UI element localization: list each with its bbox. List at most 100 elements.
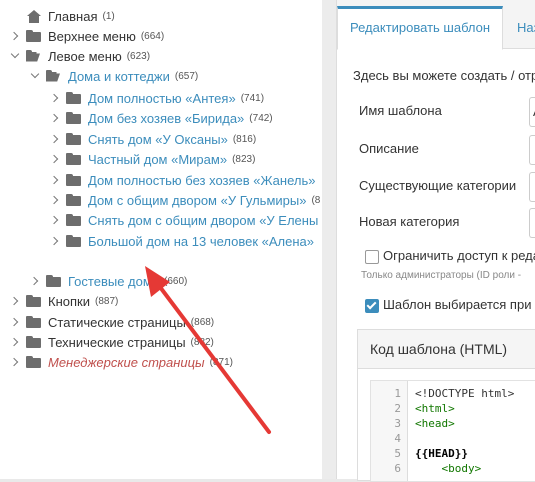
chevron-right-icon[interactable] — [10, 31, 20, 41]
code-line: <body> — [415, 462, 482, 475]
tree-item-miram[interactable]: Частный дом «Мирам» (823) — [50, 149, 255, 169]
existing-categories-select[interactable] — [529, 172, 535, 202]
tab-bar: Редактировать шаблон Наз — [337, 0, 535, 50]
new-category-input[interactable] — [529, 208, 535, 238]
tree-item-tehnicheskie[interactable]: Технические страницы (882) — [10, 332, 214, 352]
item-count: (816) — [232, 133, 257, 145]
folder-icon — [66, 111, 82, 125]
new-category-label: Новая категория — [359, 214, 460, 229]
folder-icon — [66, 234, 82, 248]
template-name-label: Имя шаблона — [359, 103, 442, 118]
folder-icon — [26, 294, 42, 308]
code-box-header: Код шаблона (HTML) — [358, 330, 535, 369]
line-number: 5 — [394, 447, 401, 460]
tab-edit-template[interactable]: Редактировать шаблон — [337, 6, 504, 50]
tree-item-label[interactable]: Частный дом «Мирам» — [88, 152, 227, 167]
chevron-right-icon[interactable] — [50, 154, 60, 164]
chevron-right-icon[interactable] — [50, 236, 60, 246]
tree-item-alena[interactable]: Большой дом на 13 человек «Алена» — [50, 231, 314, 251]
tree-item-levoe-menyu[interactable]: Левое меню (623) — [10, 46, 150, 66]
folder-icon — [46, 274, 62, 288]
chevron-right-icon[interactable] — [10, 317, 20, 327]
tree-item-gostevye-doma[interactable]: Гостевые дома (660) — [30, 271, 187, 291]
line-number: 4 — [394, 432, 401, 445]
tree-item-label[interactable]: Гостевые дома — [68, 274, 159, 289]
tree-item-label[interactable]: Левое меню — [48, 49, 122, 64]
code-editor[interactable]: 1 2 3 4 5 6 <!DOCTYPE html> <html> <head> {{HEAD… — [370, 380, 535, 482]
tree-item-menedzherskie[interactable]: Менеджерские страницы (871) — [10, 352, 233, 372]
existing-categories-label: Существующие категории — [359, 178, 517, 193]
tree-item-zhanel[interactable]: Дом полностью без хозяев «Жанель» — [50, 170, 315, 190]
item-count: (882) — [190, 336, 214, 348]
template-select-checkbox[interactable] — [365, 299, 379, 313]
code-line: <!DOCTYPE html> — [415, 387, 515, 400]
chevron-right-icon[interactable] — [50, 175, 60, 185]
folder-icon — [66, 173, 82, 187]
folder-icon — [66, 193, 82, 207]
tree-item-label[interactable]: Дом полностью «Антея» — [88, 91, 236, 106]
template-code-box: Код шаблона (HTML) 1 2 3 4 5 6 <!DOCTYPE html… — [357, 329, 535, 482]
tree-item-label[interactable]: Технические страницы — [48, 335, 186, 350]
template-select-label: Шаблон выбирается при — [383, 297, 532, 312]
tree-item-glavnaya[interactable]: Главная (1) — [10, 6, 115, 26]
line-number: 3 — [394, 417, 401, 430]
item-count: (657) — [174, 70, 199, 82]
chevron-right-icon[interactable] — [50, 113, 60, 123]
home-icon — [26, 9, 42, 23]
chevron-right-icon[interactable] — [10, 357, 20, 367]
folder-open-icon — [46, 69, 62, 83]
description-input[interactable] — [529, 135, 535, 165]
tree-item-label[interactable]: Дом с общим двором «У Гульмиры» — [88, 193, 306, 208]
splitter[interactable] — [322, 0, 336, 479]
code-line: <html> — [415, 402, 455, 415]
tree-item-gulmira[interactable]: Дом с общим двором «У Гульмиры» (8 — [50, 190, 320, 210]
tree-item-label[interactable]: Дом без хозяев «Бирида» — [88, 111, 244, 126]
item-count: (742) — [249, 112, 273, 124]
chevron-down-icon[interactable] — [30, 71, 40, 81]
tree-item-label[interactable]: Дома и коттеджи — [68, 69, 170, 84]
tree-item-label[interactable]: Главная — [48, 9, 97, 24]
folder-icon — [26, 355, 42, 369]
line-gutter: 1 2 3 4 5 6 — [371, 381, 408, 481]
tree-item-knopki[interactable]: Кнопки (887) — [10, 291, 118, 311]
item-count: (623) — [126, 50, 151, 62]
folder-icon — [66, 213, 82, 227]
restrict-access-checkbox[interactable] — [365, 250, 379, 264]
tree-item-dom-birida[interactable]: Дом без хозяев «Бирида» (742) — [50, 108, 273, 128]
code-line: <head> — [415, 417, 455, 430]
folder-icon — [26, 335, 42, 349]
chevron-right-icon[interactable] — [30, 276, 40, 286]
folder-icon — [66, 91, 82, 105]
tree-item-doma-i-kottedzhi[interactable]: Дома и коттеджи (657) — [30, 66, 198, 86]
code-line: {{HEAD}} — [415, 447, 468, 460]
tree-item-staticheskie[interactable]: Статические страницы (868) — [10, 312, 214, 332]
item-count: (887) — [94, 295, 119, 307]
chevron-right-icon[interactable] — [50, 215, 60, 225]
template-name-input[interactable]: А — [529, 97, 535, 127]
tab-settings[interactable]: Наз — [505, 8, 535, 48]
tree-item-oksana[interactable]: Снять дом «У Оксаны» (816) — [50, 129, 256, 149]
folder-icon — [26, 315, 42, 329]
item-count: (1) — [102, 10, 115, 22]
chevron-right-icon[interactable] — [50, 195, 60, 205]
tree-item-label[interactable]: Дом полностью без хозяев «Жанель» — [88, 173, 315, 188]
chevron-right-icon[interactable] — [50, 134, 60, 144]
tree-item-label[interactable]: Менеджерские страницы — [48, 355, 205, 370]
tree-item-label[interactable]: Снять дом с общим двором «У Елены — [88, 213, 318, 228]
intro-text: Здесь вы можете создать / отр — [353, 68, 535, 83]
chevron-right-icon[interactable] — [10, 337, 20, 347]
tree-item-label[interactable]: Статические страницы — [48, 315, 186, 330]
folder-icon — [66, 132, 82, 146]
tree-item-label[interactable]: Снять дом «У Оксаны» — [88, 132, 228, 147]
chevron-down-icon[interactable] — [10, 51, 20, 61]
tree-item-label[interactable]: Верхнее меню — [48, 29, 136, 44]
chevron-right-icon[interactable] — [50, 93, 60, 103]
template-editor-panel: Редактировать шаблон Наз Здесь вы можете… — [336, 0, 535, 482]
tree-item-label[interactable]: Большой дом на 13 человек «Алена» — [88, 234, 314, 249]
admins-note: Только администраторы (ID роли - — [361, 270, 522, 281]
tree-item-label[interactable]: Кнопки — [48, 294, 90, 309]
chevron-right-icon[interactable] — [10, 296, 20, 306]
tree-item-verhnee-menyu[interactable]: Верхнее меню (664) — [10, 26, 164, 46]
tree-item-elena[interactable]: Снять дом с общим двором «У Елены — [50, 210, 318, 230]
tree-item-dom-antey[interactable]: Дом полностью «Антея» (741) — [50, 88, 264, 108]
